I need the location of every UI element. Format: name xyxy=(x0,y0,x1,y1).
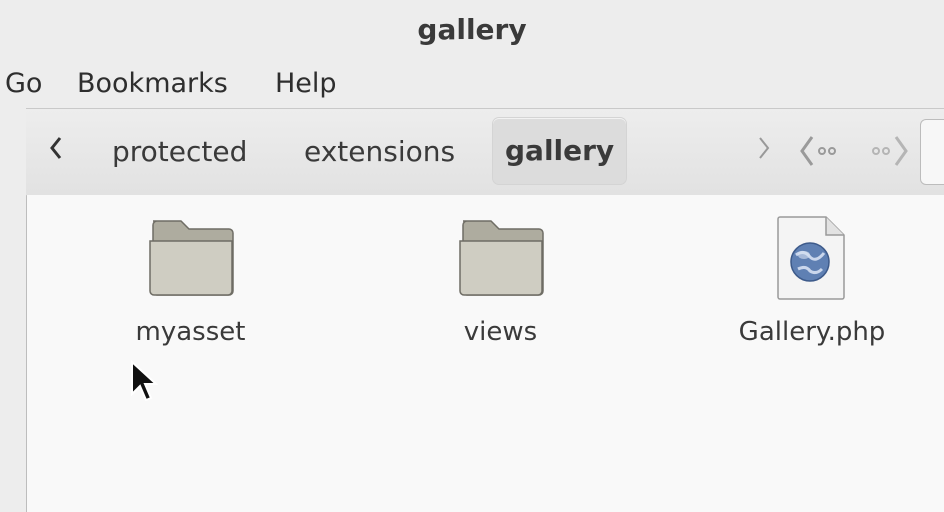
file-item-gallery-php[interactable]: Gallery.php xyxy=(727,215,897,347)
forward-arrow-icon xyxy=(872,136,908,166)
file-view: myasset views Gallery.php xyxy=(27,195,944,512)
back-arrow-icon xyxy=(800,136,836,166)
menu-go[interactable]: Go xyxy=(5,68,42,99)
menu-help[interactable]: Help xyxy=(275,68,337,99)
chevron-right-icon xyxy=(759,137,770,159)
sidebar xyxy=(0,108,27,512)
mouse-cursor-icon xyxy=(130,359,159,408)
file-item-views[interactable]: views xyxy=(423,215,578,347)
crumb-protected[interactable]: protected xyxy=(112,135,247,168)
folder-icon xyxy=(148,220,234,296)
file-label: myasset xyxy=(135,317,246,347)
path-scroll-left-button[interactable] xyxy=(48,135,64,168)
window-title: gallery xyxy=(417,13,527,46)
file-item-myasset[interactable]: myasset xyxy=(113,215,268,347)
folder-icon xyxy=(458,220,544,296)
title-bar: gallery xyxy=(0,0,944,62)
crumb-gallery[interactable]: gallery xyxy=(493,118,627,184)
chevron-left-icon xyxy=(50,137,62,159)
path-bar: protected extensions gallery xyxy=(26,108,944,196)
search-button[interactable] xyxy=(920,119,944,185)
file-label: Gallery.php xyxy=(738,317,886,347)
path-scroll-right-button[interactable] xyxy=(756,135,772,168)
menu-bookmarks[interactable]: Bookmarks xyxy=(77,68,228,99)
crumb-extensions[interactable]: extensions xyxy=(304,135,455,168)
back-button[interactable] xyxy=(798,131,842,171)
menu-bar: Go Bookmarks Help xyxy=(0,62,944,108)
php-file-icon xyxy=(777,216,845,300)
forward-button[interactable] xyxy=(868,131,912,171)
file-label: views xyxy=(463,317,538,347)
